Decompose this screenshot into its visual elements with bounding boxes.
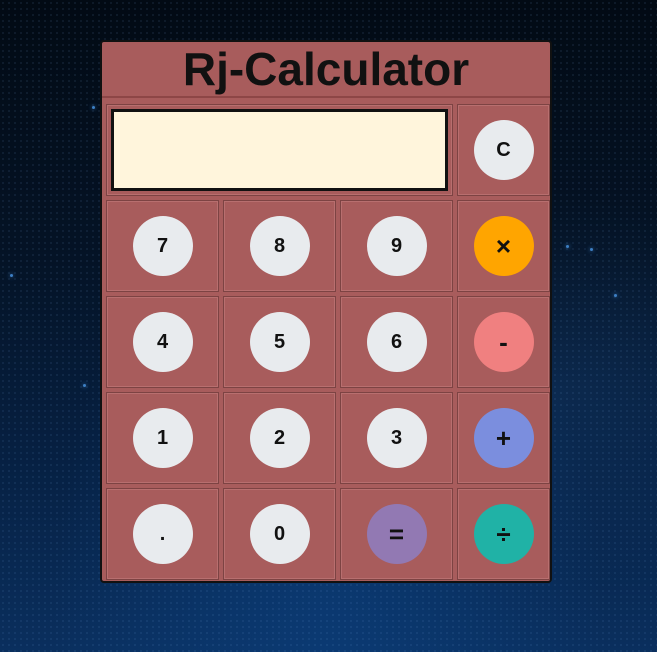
key-cell: 5 — [223, 296, 336, 388]
decimal-button[interactable]: . — [132, 504, 193, 564]
three-button[interactable]: 3 — [366, 408, 427, 468]
seven-button[interactable]: 7 — [132, 216, 193, 276]
key-cell: 1 — [106, 392, 219, 484]
background-star — [92, 106, 95, 109]
keypad-grid: C 7 8 9 × 4 5 6 - 1 2 3 + . 0 = ÷ — [106, 104, 550, 580]
key-cell: ÷ — [457, 488, 550, 580]
background-star — [590, 248, 593, 251]
one-button[interactable]: 1 — [132, 408, 193, 468]
key-cell: 6 — [340, 296, 453, 388]
key-cell: + — [457, 392, 550, 484]
background-star — [10, 274, 13, 277]
key-cell: - — [457, 296, 550, 388]
display-input[interactable] — [111, 109, 448, 191]
background-star — [83, 384, 86, 387]
key-cell: × — [457, 200, 550, 292]
key-cell: 7 — [106, 200, 219, 292]
key-cell: 9 — [340, 200, 453, 292]
calculator: Rj-Calculator C 7 8 9 × 4 5 6 - 1 2 3 + … — [100, 40, 552, 583]
eight-button[interactable]: 8 — [249, 216, 310, 276]
clear-cell: C — [457, 104, 550, 196]
zero-button[interactable]: 0 — [249, 504, 310, 564]
six-button[interactable]: 6 — [366, 312, 427, 372]
app-title: Rj-Calculator — [102, 42, 550, 98]
subtract-button[interactable]: - — [473, 312, 534, 372]
five-button[interactable]: 5 — [249, 312, 310, 372]
key-cell: 2 — [223, 392, 336, 484]
four-button[interactable]: 4 — [132, 312, 193, 372]
equals-button[interactable]: = — [366, 504, 427, 564]
key-cell: 4 — [106, 296, 219, 388]
key-cell: 0 — [223, 488, 336, 580]
key-cell: 8 — [223, 200, 336, 292]
key-cell: 3 — [340, 392, 453, 484]
divide-button[interactable]: ÷ — [473, 504, 534, 564]
nine-button[interactable]: 9 — [366, 216, 427, 276]
clear-button[interactable]: C — [473, 120, 534, 180]
key-cell: . — [106, 488, 219, 580]
key-cell: = — [340, 488, 453, 580]
background-star — [614, 294, 617, 297]
multiply-button[interactable]: × — [473, 216, 534, 276]
background-star — [566, 245, 569, 248]
display-cell — [106, 104, 453, 196]
add-button[interactable]: + — [473, 408, 534, 468]
two-button[interactable]: 2 — [249, 408, 310, 468]
